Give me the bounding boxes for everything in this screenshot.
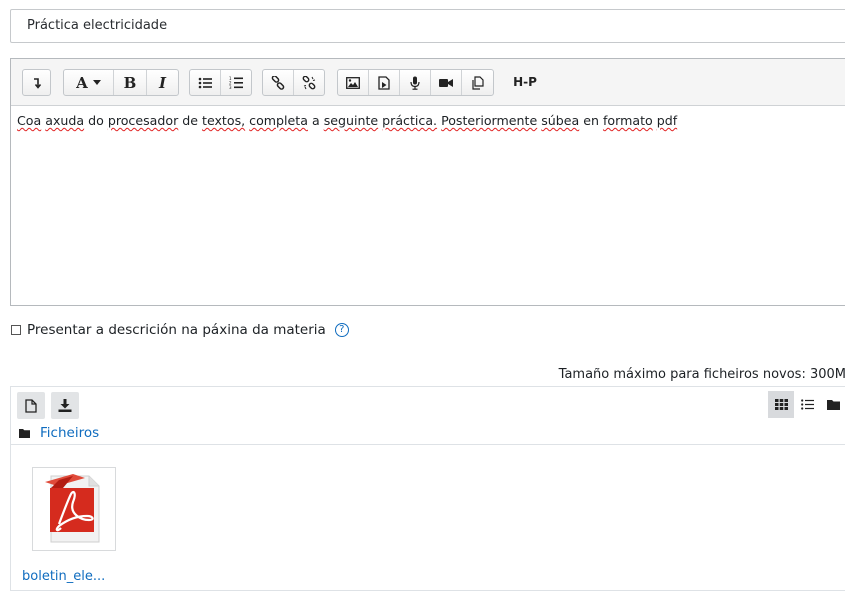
list-icon <box>801 399 814 410</box>
numbered-list-button[interactable]: 123 <box>221 70 251 95</box>
bulleted-list-button[interactable] <box>190 70 221 95</box>
misspelled-word: formato <box>603 113 653 128</box>
editor-text: do <box>84 113 108 128</box>
toggle-toolbar-icon <box>32 77 42 89</box>
svg-text:3: 3 <box>229 85 232 89</box>
view-icons-button[interactable] <box>768 391 794 418</box>
download-all-button[interactable] <box>51 392 79 419</box>
editor-text: en <box>579 113 603 128</box>
record-video-button[interactable] <box>431 70 462 95</box>
editor-content-area[interactable]: Coa axuda do procesador de textos, compl… <box>11 106 845 136</box>
show-description-checkbox[interactable] <box>11 325 21 335</box>
show-description-label: Presentar a descrición na páxina da mate… <box>27 322 326 338</box>
microphone-icon <box>410 76 420 90</box>
video-camera-icon <box>439 78 453 88</box>
toggle-toolbar-button[interactable] <box>23 70 50 95</box>
italic-label: I <box>159 74 166 92</box>
grid-icon <box>775 399 788 410</box>
file-manager: Ficheiros boletin_ele... <box>10 386 845 591</box>
media-icon <box>378 76 390 90</box>
font-color-button[interactable]: A <box>64 70 114 95</box>
misspelled-word: seguinte <box>324 113 378 128</box>
view-tree-button[interactable] <box>820 391 845 418</box>
misspelled-word: axuda <box>45 113 84 128</box>
folder-icon <box>827 399 840 410</box>
misspelled-word: súbea <box>541 113 579 128</box>
image-button[interactable] <box>338 70 369 95</box>
bold-label: B <box>124 74 137 92</box>
image-icon <box>346 77 360 89</box>
misspelled-word: Coa <box>17 113 41 128</box>
numbered-list-icon: 123 <box>229 76 243 89</box>
italic-button[interactable]: I <box>147 70 178 95</box>
assignment-name-input[interactable]: Práctica electricidade <box>10 9 845 43</box>
misspelled-word: Posteriormente <box>441 113 537 128</box>
folder-icon <box>19 429 30 438</box>
file-item-pdf[interactable] <box>32 467 116 551</box>
breadcrumb: Ficheiros <box>19 425 99 441</box>
media-button[interactable] <box>369 70 400 95</box>
unlink-button[interactable] <box>294 70 324 95</box>
misspelled-word: procesador <box>108 113 178 128</box>
help-icon[interactable]: ? <box>335 323 349 337</box>
file-manager-toolbar: Ficheiros <box>11 387 845 445</box>
unlink-icon <box>302 76 316 90</box>
show-description-row: Presentar a descrición na páxina da mate… <box>11 322 349 338</box>
assignment-name-value: Práctica electricidade <box>27 18 167 33</box>
max-file-size-text: Tamaño máximo para ficheiros novos: 300M <box>559 367 845 382</box>
misspelled-word: completa <box>249 113 308 128</box>
view-list-button[interactable] <box>794 391 820 418</box>
file-name-link[interactable]: boletin_ele... <box>22 569 105 584</box>
misspelled-word: textos, <box>202 113 245 128</box>
misspelled-word: pdf <box>657 113 677 128</box>
font-color-label: A <box>76 74 88 92</box>
editor-text: de <box>178 113 202 128</box>
link-button[interactable] <box>263 70 294 95</box>
editor-toolbar: A B I 123 <box>11 59 845 106</box>
pdf-file-icon <box>33 468 115 550</box>
chevron-down-icon <box>93 80 101 86</box>
editor-text: a <box>308 113 324 128</box>
view-mode-switcher <box>768 391 845 418</box>
link-icon <box>271 76 285 90</box>
bold-button[interactable]: B <box>114 70 147 95</box>
record-audio-button[interactable] <box>400 70 431 95</box>
manage-files-button[interactable] <box>462 70 493 95</box>
breadcrumb-files-link[interactable]: Ficheiros <box>40 425 99 441</box>
add-file-button[interactable] <box>17 392 45 419</box>
h5p-button[interactable]: H-P <box>507 69 543 94</box>
manage-files-icon <box>471 76 485 90</box>
misspelled-word: práctica. <box>382 113 437 128</box>
h5p-label: H-P <box>513 75 537 89</box>
new-file-icon <box>25 399 37 413</box>
description-editor: A B I 123 <box>10 58 845 306</box>
download-icon <box>58 399 72 412</box>
bulleted-list-icon <box>198 77 212 89</box>
